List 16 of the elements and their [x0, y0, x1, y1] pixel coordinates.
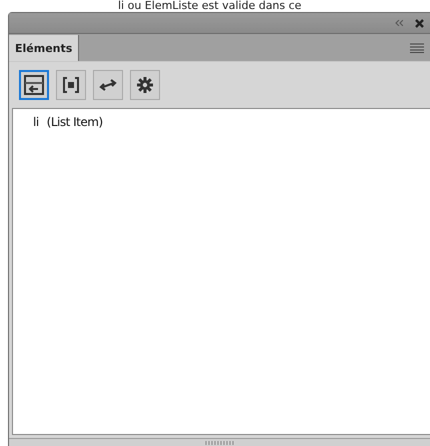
collapse-icon[interactable] — [395, 20, 403, 26]
gear-icon — [136, 76, 154, 94]
toolbar-button[interactable] — [19, 70, 49, 100]
element-description[interactable]: (List Item) — [46, 115, 103, 129]
panel-tab[interactable]: Eléments — [9, 35, 80, 61]
toolbar-button[interactable] — [56, 70, 86, 100]
bracket-icon — [62, 76, 80, 94]
close-icon[interactable] — [415, 18, 424, 28]
swap-arrows-icon — [99, 76, 117, 94]
caption-text: li ou ElemListe est valide dans ce — [117, 0, 302, 12]
toolbar-button[interactable] — [130, 70, 160, 100]
menu-icon[interactable] — [410, 43, 424, 53]
grip-icon[interactable] — [204, 440, 234, 444]
structure-icon — [24, 75, 44, 95]
element-tag[interactable]: li — [33, 115, 39, 129]
toolbar-button[interactable] — [93, 70, 123, 100]
